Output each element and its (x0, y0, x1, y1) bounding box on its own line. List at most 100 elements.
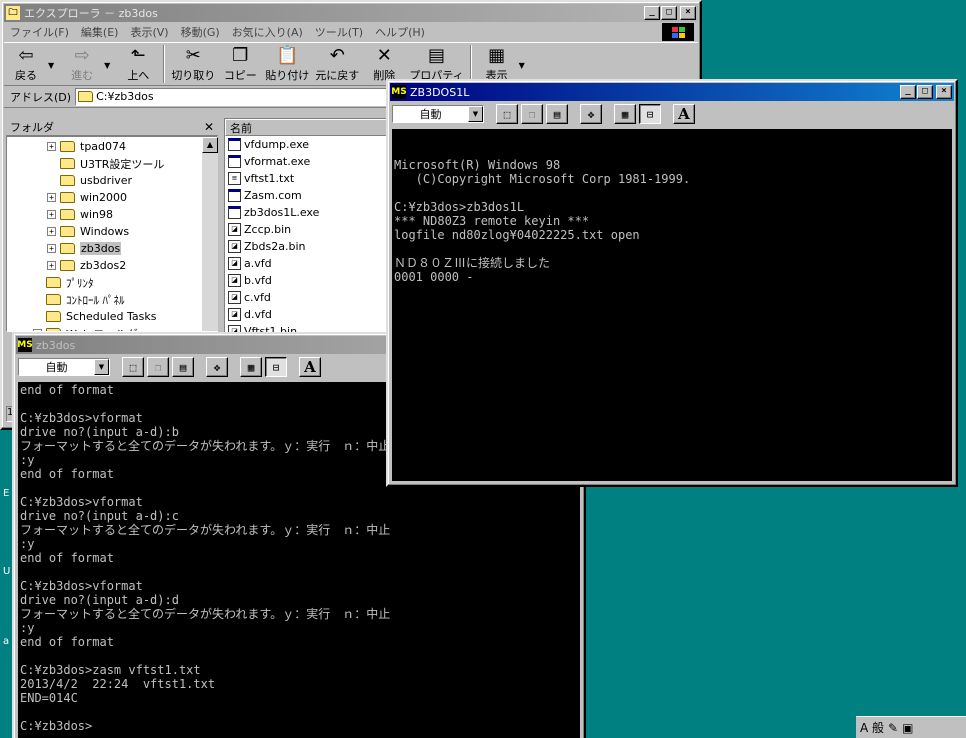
menu-item[interactable]: 移動(G) (175, 24, 226, 40)
file-row[interactable]: ◪ a.vfd (225, 255, 393, 272)
toolbar-button[interactable]: ⇨ 進む (60, 45, 104, 83)
copy-icon[interactable]: ❐ (521, 104, 543, 124)
font-size-combo[interactable]: 自動 ▼ (392, 105, 484, 123)
mark-icon[interactable]: ⬚ (122, 357, 144, 377)
file-row[interactable]: ◪ Zccp.bin (225, 221, 393, 238)
expand-toggle-icon[interactable]: + (47, 210, 56, 219)
toolbar-button[interactable]: 📋 貼り付け (262, 45, 312, 83)
ime-pad-icon[interactable]: ▣ (902, 721, 913, 735)
tree-item[interactable]: ﾌﾟﾘﾝﾀ (7, 274, 217, 291)
background-icon[interactable]: ⊟ (639, 104, 661, 124)
toolbar-button-label: 元に戻す (315, 69, 360, 82)
file-row[interactable]: Zasm.com (225, 187, 393, 204)
expand-toggle-icon[interactable]: + (47, 227, 56, 236)
ime-tool-icon[interactable]: ✎ (888, 721, 898, 735)
dos-front-console[interactable]: Microsoft(R) Windows 98 (C)Copyright Mic… (392, 129, 952, 481)
fullscreen-icon[interactable]: ✥ (206, 357, 228, 377)
menu-item[interactable]: ファイル(F) (4, 24, 75, 40)
mark-icon[interactable]: ⬚ (496, 104, 518, 124)
folder-icon (60, 158, 75, 169)
tree-item[interactable]: + Windows (7, 223, 217, 240)
ime-indicator[interactable]: A 般 (860, 719, 884, 736)
explorer-titlebar[interactable]: 🗀 エクスプローラ － zb3dos _ □ × (4, 4, 698, 22)
file-row[interactable]: vformat.exe (225, 153, 393, 170)
toolbar-button[interactable]: ▦ 表示 (475, 45, 519, 83)
toolbar-button[interactable]: ⇦ 戻る (4, 45, 48, 83)
scroll-up-button[interactable]: ▲ (202, 137, 218, 153)
file-name: zb3dos1L.exe (244, 206, 320, 219)
properties-icon[interactable]: ▦ (614, 104, 636, 124)
file-row[interactable]: ◪ c.vfd (225, 289, 393, 306)
toolbar-button-label: 進む (71, 69, 94, 82)
toolbar-button[interactable]: ⬑ 上へ (116, 45, 160, 83)
menu-item[interactable]: 編集(E) (75, 24, 125, 40)
expand-toggle-icon[interactable]: + (47, 244, 56, 253)
menu-item[interactable]: お気に入り(A) (226, 24, 309, 40)
file-row[interactable]: vfdump.exe (225, 136, 393, 153)
toolbar-button[interactable]: ✕ 削除 (362, 45, 406, 83)
desktop-edge-text: E (3, 488, 10, 499)
tree-item[interactable]: + zb3dos2 (7, 257, 217, 274)
menu-item[interactable]: 表示(V) (124, 24, 174, 40)
background-icon[interactable]: ⊟ (265, 357, 287, 377)
dropdown-arrow-icon[interactable]: ▼ (104, 61, 110, 70)
expand-toggle-icon[interactable]: + (47, 142, 56, 151)
expand-toggle-icon[interactable]: + (47, 193, 56, 202)
menu-item[interactable]: ツール(T) (309, 24, 369, 40)
properties-icon[interactable]: ▦ (240, 357, 262, 377)
toolbar-button[interactable]: ↶ 元に戻す (312, 45, 362, 83)
tree-item[interactable]: usbdriver (7, 172, 217, 189)
file-row[interactable]: ◪ b.vfd (225, 272, 393, 289)
console-line: C:¥zb3dos>zasm vftst1.txt (20, 663, 201, 677)
folder-icon (60, 209, 75, 220)
font-size-combo[interactable]: 自動 ▼ (18, 358, 110, 376)
copy-icon[interactable]: ❐ (147, 357, 169, 377)
dropdown-arrow-icon[interactable]: ▼ (48, 61, 54, 70)
tree-item[interactable]: +Web フォルダ (7, 325, 217, 331)
fullscreen-icon[interactable]: ✥ (580, 104, 602, 124)
file-row[interactable]: ◪ Zbds2a.bin (225, 238, 393, 255)
file-row[interactable]: ≡ vftst1.txt (225, 170, 393, 187)
file-name: d.vfd (244, 308, 272, 321)
tree-item[interactable]: + win98 (7, 206, 217, 223)
console-line: END=014C (20, 691, 78, 705)
undo-icon: ↶ (329, 45, 345, 66)
tree-item[interactable]: ｺﾝﾄﾛｰﾙ ﾊﾟﾈﾙ (7, 291, 217, 308)
expand-toggle-icon[interactable]: + (47, 261, 56, 270)
dropdown-arrow-icon[interactable]: ▼ (519, 61, 525, 70)
font-icon[interactable]: A (299, 357, 321, 377)
minimize-button[interactable]: _ (644, 6, 660, 20)
tree-item[interactable]: + win2000 (7, 189, 217, 206)
folder-pane-close-icon[interactable]: ✕ (204, 120, 214, 134)
dos-front-titlebar[interactable]: MS ZB3DOS1L _ □ × (390, 83, 954, 101)
maximize-button[interactable]: □ (661, 6, 677, 20)
paste-icon[interactable]: ▤ (172, 357, 194, 377)
toolbar-button[interactable]: ▤ プロパティ (406, 45, 466, 83)
tree-item[interactable]: + zb3dos (7, 240, 217, 257)
tree-item[interactable]: + tpad074 (7, 138, 217, 155)
console-line: フォーマットすると全てのデータが失われます。ｙ：実行 ｎ：中止 (20, 523, 391, 537)
tree-scrollbar[interactable]: ▲ (202, 137, 218, 331)
close-button[interactable]: × (936, 85, 952, 99)
toolbar-button[interactable]: ✂ 切り取り (168, 45, 218, 83)
console-line: Microsoft(R) Windows 98 (394, 158, 561, 172)
column-header-name[interactable]: 名前 (225, 119, 393, 136)
font-icon[interactable]: A (673, 104, 695, 124)
bin-file-icon: ◪ (228, 308, 241, 321)
tree-item[interactable]: U3TR設定ツール (7, 155, 217, 172)
file-row[interactable]: ◪ d.vfd (225, 306, 393, 323)
file-name: vfdump.exe (244, 138, 310, 151)
folder-icon (60, 175, 75, 186)
paste-icon[interactable]: ▤ (546, 104, 568, 124)
console-line: drive no?(input a-d):d (20, 593, 179, 607)
maximize-button[interactable]: □ (917, 85, 933, 99)
close-button[interactable]: × (680, 6, 696, 20)
minimize-button[interactable]: _ (900, 85, 916, 99)
tree-item[interactable]: Scheduled Tasks (7, 308, 217, 325)
menu-item[interactable]: ヘルプ(H) (369, 24, 431, 40)
toolbar-button[interactable]: ❐ コピー (218, 45, 262, 83)
file-row[interactable]: zb3dos1L.exe (225, 204, 393, 221)
